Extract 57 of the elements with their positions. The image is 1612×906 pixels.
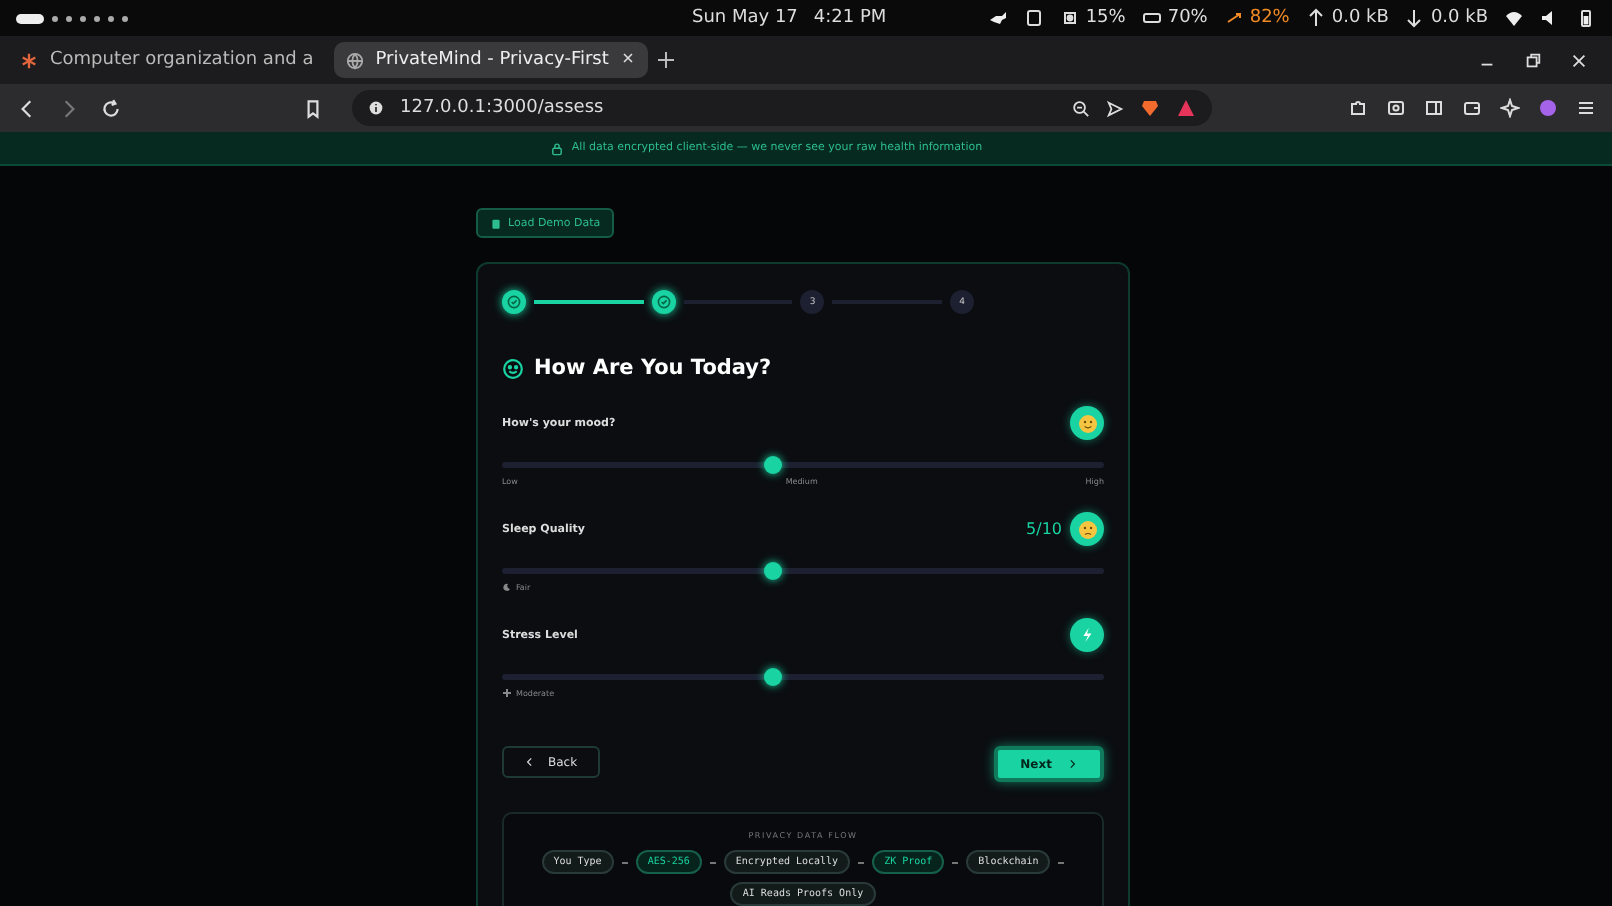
lightning-icon bbox=[1078, 626, 1096, 644]
cpu-icon bbox=[1059, 8, 1080, 28]
swap-text: 82% bbox=[1249, 8, 1290, 28]
restore-icon bbox=[1524, 51, 1542, 69]
face-icon bbox=[1077, 519, 1097, 539]
send-icon bbox=[1106, 99, 1124, 117]
reload-icon bbox=[100, 97, 122, 119]
slider-thumb[interactable] bbox=[763, 456, 782, 474]
chevron-right-icon bbox=[1066, 758, 1078, 770]
triangle-icon bbox=[1176, 98, 1196, 118]
info-icon bbox=[368, 100, 384, 116]
wifi-icon bbox=[1504, 8, 1524, 28]
lock-icon bbox=[549, 141, 564, 155]
time-text: 4:21 PM bbox=[813, 8, 887, 28]
section-title: How Are You Today? bbox=[534, 356, 772, 380]
address-bar[interactable]: 127.0.0.1:3000/assess bbox=[352, 90, 1212, 126]
sparkle-icon bbox=[1500, 98, 1520, 118]
plus-icon bbox=[502, 688, 512, 698]
workspace-dot[interactable] bbox=[80, 15, 86, 21]
asterisk-icon bbox=[20, 51, 38, 69]
tab-title: PrivateMind - Privacy-First bbox=[375, 50, 609, 70]
moon-icon bbox=[502, 582, 512, 592]
smiley-icon bbox=[502, 357, 524, 379]
browser-tab[interactable]: Computer organization and a bbox=[8, 42, 326, 78]
memory-text: 70% bbox=[1167, 8, 1208, 28]
workspace-indicator[interactable] bbox=[16, 13, 44, 23]
new-tab-icon bbox=[656, 50, 677, 70]
browser-tab[interactable]: PrivateMind - Privacy-First bbox=[333, 42, 649, 78]
wallet-icon bbox=[1462, 98, 1482, 118]
cpu-text: 15% bbox=[1085, 8, 1126, 28]
workspace-dot[interactable] bbox=[122, 15, 128, 21]
swap-icon bbox=[1223, 8, 1244, 28]
workspace-dot[interactable] bbox=[108, 15, 114, 21]
battery-icon bbox=[1576, 8, 1596, 28]
slider-thumb[interactable] bbox=[763, 562, 782, 580]
upload-icon bbox=[1305, 8, 1326, 28]
globe-icon bbox=[345, 51, 364, 69]
menu-icon bbox=[1576, 98, 1596, 118]
slider-thumb[interactable] bbox=[763, 668, 782, 686]
tab-title: Computer organization and a bbox=[50, 50, 314, 70]
bookmark-icon bbox=[302, 97, 324, 119]
memory-icon bbox=[1141, 8, 1162, 28]
workspace-dot[interactable] bbox=[66, 15, 72, 21]
download-icon bbox=[1404, 8, 1425, 28]
chevron-left-icon bbox=[524, 756, 536, 768]
close-icon bbox=[620, 49, 637, 65]
slider-reading: 5/10 bbox=[1026, 520, 1062, 538]
zoom-icon bbox=[1072, 99, 1090, 117]
smiley-icon bbox=[1077, 413, 1097, 433]
date-text: Sun May 17 bbox=[692, 8, 798, 28]
download-text: 0.0 kB bbox=[1430, 8, 1488, 28]
workspace-dot[interactable] bbox=[94, 15, 100, 21]
sidebar-icon bbox=[1424, 98, 1444, 118]
profile-icon bbox=[1538, 98, 1558, 118]
workspace-dot[interactable] bbox=[52, 15, 58, 21]
close-icon bbox=[1570, 51, 1588, 69]
upload-text: 0.0 kB bbox=[1331, 8, 1389, 28]
